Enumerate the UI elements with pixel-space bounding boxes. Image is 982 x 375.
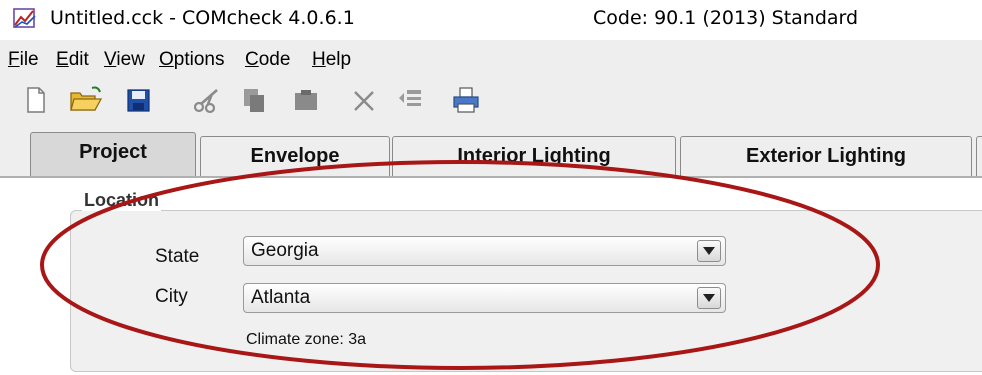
open-button[interactable] [68,84,103,116]
save-icon [127,89,150,112]
delete-icon [354,91,374,111]
open-icon [70,86,103,111]
menu-code[interactable]: Code [245,49,290,71]
menu-bar: File Edit View Options Code Help [0,40,982,78]
copy-button[interactable] [238,84,270,116]
window-title: Untitled.cck - COMcheck 4.0.6.1 [50,7,355,29]
print-icon [453,87,479,113]
new-icon [27,87,45,113]
menu-help-label: elp [325,49,352,70]
delete-button[interactable] [348,84,380,116]
menu-file[interactable]: File [8,49,39,71]
tab-overflow[interactable] [976,136,982,176]
climate-zone-label: Climate zone: 3a [246,331,367,348]
state-dropdown-button[interactable] [697,240,721,262]
tab-envelope[interactable]: Envelope [200,136,390,176]
menu-edit[interactable]: Edit [56,49,89,71]
menu-file-label: ile [19,49,39,70]
cut-button[interactable] [190,84,222,116]
cut-icon [193,89,218,114]
menu-code-accel: C [245,49,259,70]
state-label: State [155,246,200,267]
list-icon [399,90,421,106]
list-button[interactable] [394,84,426,116]
menu-edit-accel: E [56,49,69,70]
copy-icon [244,89,264,112]
menu-file-accel: F [8,49,20,70]
menu-help-accel: H [312,49,326,70]
toolbar [0,78,982,122]
new-button[interactable] [20,84,52,116]
chevron-down-icon [703,294,715,302]
print-button[interactable] [450,84,482,116]
paste-icon [295,90,317,110]
menu-view[interactable]: View [104,49,145,71]
tab-bar: Project Envelope Interior Lighting Exter… [0,122,982,182]
state-select[interactable]: Georgia [243,236,726,266]
paste-button[interactable] [290,84,322,116]
location-group-label: Location [82,190,161,211]
state-select-value: Georgia [251,240,319,261]
code-standard-label: Code: 90.1 (2013) Standard [593,7,859,29]
menu-edit-label: dit [68,49,89,70]
city-select-value: Atlanta [251,287,311,308]
city-dropdown-button[interactable] [697,287,721,309]
menu-view-accel: V [104,49,117,70]
menu-options[interactable]: Options [159,49,224,71]
city-select[interactable]: Atlanta [243,283,726,313]
menu-view-label: iew [116,49,145,70]
tab-interior-lighting[interactable]: Interior Lighting [392,136,676,176]
menu-options-accel: O [159,49,174,70]
city-label: City [155,286,188,307]
tab-project[interactable]: Project [30,132,196,176]
menu-options-label: ptions [173,49,225,70]
tab-exterior-lighting[interactable]: Exterior Lighting [680,136,972,176]
chevron-down-icon [703,247,715,255]
menu-code-label: ode [258,49,291,70]
menu-help[interactable]: Help [312,49,351,71]
save-button[interactable] [122,84,154,116]
title-bar: Untitled.cck - COMcheck 4.0.6.1 Code: 90… [0,0,982,40]
comcheck-app-icon [13,8,36,28]
